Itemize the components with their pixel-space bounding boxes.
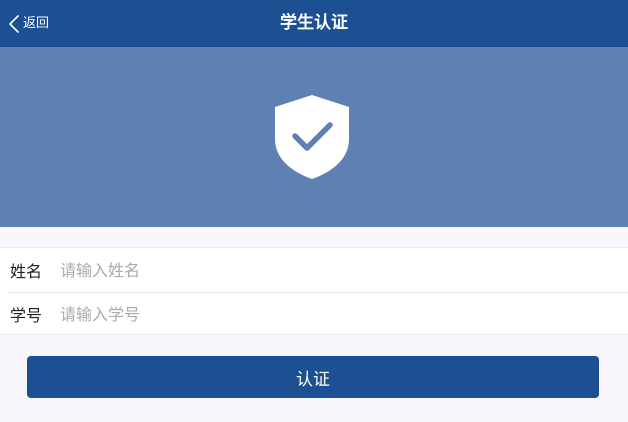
verification-banner (0, 47, 628, 227)
shield-check-icon (272, 93, 352, 181)
student-id-input[interactable] (56, 292, 628, 336)
name-row: 姓名 (0, 248, 628, 292)
student-id-label: 学号 (10, 306, 43, 325)
page-title: 学生认证 (280, 13, 348, 33)
name-input[interactable] (56, 248, 628, 292)
student-verification-page: 返回 学生认证 姓名 学号 认证 (0, 0, 628, 422)
verify-button[interactable]: 认证 (27, 356, 599, 398)
student-id-row: 学号 (0, 292, 628, 336)
verification-form: 姓名 学号 (0, 247, 628, 336)
top-navigation-bar: 返回 学生认证 (0, 0, 628, 47)
name-label: 姓名 (10, 262, 43, 281)
